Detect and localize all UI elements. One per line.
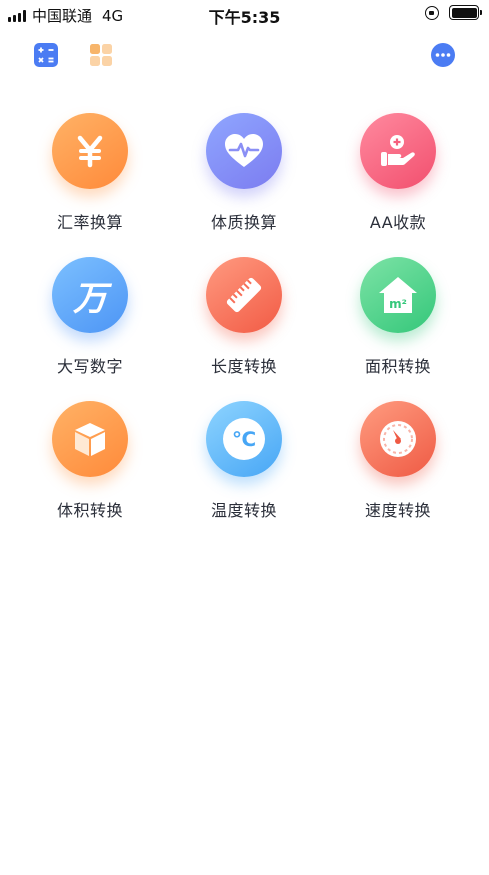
heart-pulse-icon (225, 134, 263, 167)
tool-label: 大写数字 (56, 357, 123, 376)
calculator-icon (34, 43, 58, 67)
house-area-icon: m² (379, 277, 417, 313)
status-right (425, 5, 482, 20)
more-button[interactable] (428, 40, 458, 70)
tool-label: 温度转换 (210, 501, 277, 520)
tool-speed-convert[interactable]: 速度转换 (328, 401, 468, 521)
wan-character-icon: 万 (73, 278, 107, 319)
tool-label: 体质换算 (210, 213, 277, 232)
calculator-button[interactable] (31, 40, 61, 70)
more-icon (431, 43, 455, 67)
clock: 下午5:35 (208, 8, 281, 27)
tool-label: 汇率换算 (56, 213, 123, 232)
speedometer-icon (380, 421, 416, 457)
toolbar (0, 40, 489, 74)
hand-coin-icon (381, 135, 415, 166)
tool-exchange-rate[interactable]: 汇率换算 (20, 113, 160, 233)
volume-convert-circle (52, 401, 128, 477)
ruler-icon (226, 277, 262, 313)
celsius-icon: ℃ (231, 427, 257, 451)
tool-body-index[interactable]: 体质换算 (174, 113, 314, 233)
tool-label: 面积转换 (364, 357, 431, 376)
battery-icon (449, 5, 482, 20)
tool-label: 速度转换 (364, 501, 431, 520)
length-convert-circle (206, 257, 282, 333)
temperature-convert-circle: ℃ (206, 401, 282, 477)
tool-split-bill[interactable]: AA收款 (328, 113, 468, 233)
rotation-lock-icon (425, 5, 439, 20)
yen-icon (77, 135, 103, 168)
area-unit-text: m² (389, 297, 407, 311)
celsius-badge: ℃ (223, 418, 265, 460)
tool-label: 体积转换 (56, 501, 123, 520)
split-bill-circle (360, 113, 436, 189)
area-convert-circle: m² (360, 257, 436, 333)
body-index-circle (206, 113, 282, 189)
tool-label: AA收款 (369, 213, 427, 232)
status-bar: 中国联通 4G 下午5:35 (0, 0, 489, 28)
cube-icon (75, 423, 105, 456)
grid-icon (90, 44, 112, 66)
uppercase-number-circle: 万 (52, 257, 128, 333)
speed-convert-circle (360, 401, 436, 477)
tool-label: 长度转换 (210, 357, 277, 376)
grid-button[interactable] (86, 40, 116, 70)
tool-length-convert[interactable]: 长度转换 (174, 257, 314, 377)
tool-uppercase-number[interactable]: 万 大写数字 (20, 257, 160, 377)
exchange-rate-circle (52, 113, 128, 189)
tool-area-convert[interactable]: m² 面积转换 (328, 257, 468, 377)
tool-volume-convert[interactable]: 体积转换 (20, 401, 160, 521)
tool-temperature-convert[interactable]: ℃ 温度转换 (174, 401, 314, 521)
